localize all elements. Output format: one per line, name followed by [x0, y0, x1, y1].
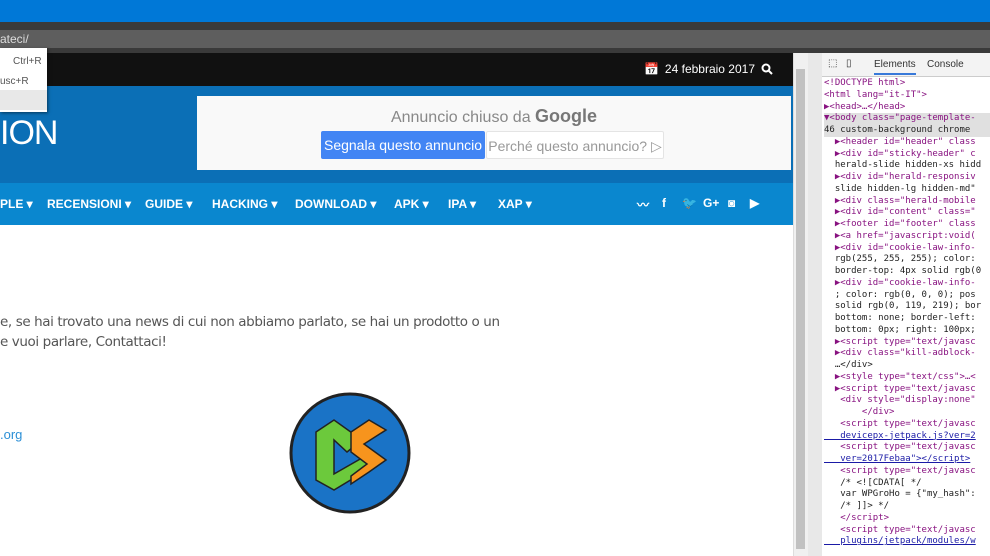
google-plus-icon[interactable]: G+ — [703, 196, 719, 210]
nav-item-apk[interactable]: APK ▾ — [394, 197, 429, 211]
facebook-icon[interactable]: f — [662, 196, 666, 210]
dom-tree-line[interactable]: herald-slide hidden-xs hidd — [824, 160, 990, 172]
nav-item-apple[interactable]: PLE ▾ — [0, 197, 33, 211]
device-mode-icon[interactable]: ▯ — [846, 58, 852, 69]
dom-tree-line[interactable]: ▶<div class="kill-adblock- — [824, 348, 990, 360]
dom-tree-line[interactable]: ▶<div id="sticky-header" c — [824, 149, 990, 161]
inspect-element-icon[interactable]: ⬚ — [828, 58, 837, 69]
menu-item-empty-cache[interactable] — [0, 90, 47, 110]
nav-item-download[interactable]: DOWNLOAD ▾ — [295, 197, 376, 211]
devtools-toolbar: ⬚ ▯ Elements Console — [822, 53, 990, 77]
dom-tree: <!DOCTYPE html> <html lang="it-IT"> ▶<head… — [824, 78, 990, 548]
youtube-icon[interactable]: ▶ — [750, 196, 759, 210]
dom-tree-line[interactable]: …</div> — [824, 360, 990, 372]
tab-strip — [0, 22, 990, 30]
content-paragraph-line: e vuoi parlare, Contattaci! — [0, 334, 167, 350]
dom-tree-line[interactable]: solid rgb(0, 119, 219); bor — [824, 301, 990, 313]
top-bar: 📅 24 febbraio 2017 — [0, 53, 793, 86]
dom-tree-line[interactable]: <script type="text/javasc — [824, 419, 990, 431]
dom-tree-line[interactable]: ▶<div id="cookie-law-info- — [824, 243, 990, 255]
nav-item-guide[interactable]: GUIDE ▾ — [145, 197, 192, 211]
dom-tree-line[interactable]: 46 custom-background chrome — [824, 125, 990, 137]
context-menu: Ctrl+R usc+R — [0, 48, 47, 112]
dom-tree-line[interactable]: ver=2017Febaa"></script> — [824, 454, 990, 466]
dom-tree-line[interactable]: ▶<div id="cookie-law-info- — [824, 278, 990, 290]
dom-tree-line[interactable]: /* ]]> */ — [824, 501, 990, 513]
date-display: 📅 24 febbraio 2017 — [644, 62, 773, 76]
dom-tree-line[interactable]: ▶<head>…</head> — [824, 102, 990, 114]
search-icon[interactable] — [761, 63, 773, 75]
dom-tree-line[interactable]: ▶<a href="javascript:void( — [824, 231, 990, 243]
dom-tree-line[interactable]: ▶<div id="content" class=" — [824, 207, 990, 219]
dom-tree-line[interactable]: /* <![CDATA[ */ — [824, 478, 990, 490]
web-page: 📅 24 febbraio 2017 ION Annuncio chiuso d… — [0, 53, 808, 556]
dom-tree-line[interactable]: rgb(255, 255, 255); color: — [824, 254, 990, 266]
dom-tree-line[interactable]: <html lang="it-IT"> — [824, 90, 990, 102]
site-header: ION Annuncio chiuso da Google Segnala qu… — [0, 86, 793, 183]
address-bar[interactable]: ateci/ — [0, 30, 990, 48]
dom-tree-line[interactable]: ▶<header id="header" class — [824, 137, 990, 149]
dom-tree-line[interactable]: bottom: none; border-left: — [824, 313, 990, 325]
calendar-icon: 📅 — [643, 62, 659, 76]
content-paragraph-line: e, se hai trovato una news di cui non ab… — [0, 314, 500, 330]
why-this-ad-button[interactable]: Perché questo annuncio? ▷ — [486, 131, 664, 159]
dom-tree-line[interactable]: border-top: 4px solid rgb(0 — [824, 266, 990, 278]
dom-tree-line[interactable]: <script type="text/javasc — [824, 466, 990, 478]
window-title-bar — [0, 0, 990, 22]
dom-tree-line[interactable]: ▶<div id="herald-responsiv — [824, 172, 990, 184]
dom-tree-line[interactable]: </script> — [824, 513, 990, 525]
dom-tree-line[interactable]: ▶<footer id="footer" class — [824, 219, 990, 231]
menu-item-reload[interactable]: Ctrl+R — [13, 56, 42, 67]
dom-tree-line[interactable]: ; color: rgb(0, 0, 0); pos — [824, 290, 990, 302]
rss-icon[interactable]: 〰 — [637, 196, 649, 213]
dom-tree-line[interactable]: ▶<style type="text/css">…< — [824, 372, 990, 384]
twitter-icon[interactable]: 🐦 — [682, 196, 697, 210]
closed-ad-box: Annuncio chiuso da Google Segnala questo… — [197, 96, 791, 170]
nav-item-ipa[interactable]: IPA ▾ — [448, 197, 476, 211]
tab-console[interactable]: Console — [927, 59, 964, 70]
nav-item-hacking[interactable]: HACKING ▾ — [212, 197, 277, 211]
dom-tree-line[interactable]: <div style="display:none" — [824, 395, 990, 407]
dom-tree-line[interactable]: devicepx-jetpack.js?ver=2 — [824, 431, 990, 443]
dom-tree-line[interactable]: ▼<body class="page-template- — [824, 113, 990, 125]
instagram-icon[interactable]: ◙ — [728, 196, 735, 210]
dom-tree-line[interactable]: <script type="text/javasc — [824, 525, 990, 537]
site-logo[interactable]: ION — [0, 114, 58, 153]
report-ad-button[interactable]: Segnala questo annuncio — [321, 131, 485, 159]
app-logo-icon — [289, 392, 411, 514]
dom-tree-line[interactable]: <script type="text/javasc — [824, 442, 990, 454]
date-text: 24 febbraio 2017 — [664, 62, 755, 76]
scrollbar-thumb[interactable] — [796, 69, 805, 549]
devtools-panel: ⬚ ▯ Elements Console <!DOCTYPE html> <htm… — [808, 53, 990, 556]
ad-title-text: Annuncio chiuso da — [390, 109, 531, 126]
google-brand: Google — [535, 106, 598, 126]
main-nav: PLE ▾ RECENSIONI ▾ GUIDE ▾ HACKING ▾ DOW… — [0, 183, 793, 225]
dom-tree-line[interactable]: ▶<script type="text/javasc — [824, 384, 990, 396]
nav-item-recensioni[interactable]: RECENSIONI ▾ — [47, 197, 131, 211]
dom-tree-line[interactable]: </div> — [824, 407, 990, 419]
dom-tree-line[interactable]: bottom: 0px; right: 100px; — [824, 325, 990, 337]
adchoices-icon: ▷ — [650, 138, 662, 154]
dom-tree-line[interactable]: <!DOCTYPE html> — [824, 78, 990, 90]
menu-item-hard-reload[interactable]: usc+R — [0, 76, 29, 87]
why-ad-label: Perché questo annuncio? — [488, 138, 648, 154]
tab-elements[interactable]: Elements — [874, 59, 916, 75]
dom-tree-line[interactable]: plugins/jetpack/modules/w — [824, 536, 990, 548]
dom-tree-line[interactable]: ▶<div class="herald-mobile — [824, 196, 990, 208]
contact-link[interactable]: .org — [0, 427, 22, 442]
dom-tree-line[interactable]: var WPGroHo = {"my_hash": — [824, 489, 990, 501]
ad-closed-title: Annuncio chiuso da Google — [197, 106, 791, 127]
nav-item-xap[interactable]: XAP ▾ — [498, 197, 532, 211]
dom-tree-line[interactable]: ▶<script type="text/javasc — [824, 337, 990, 349]
dom-tree-line[interactable]: slide hidden-lg hidden-md" — [824, 184, 990, 196]
